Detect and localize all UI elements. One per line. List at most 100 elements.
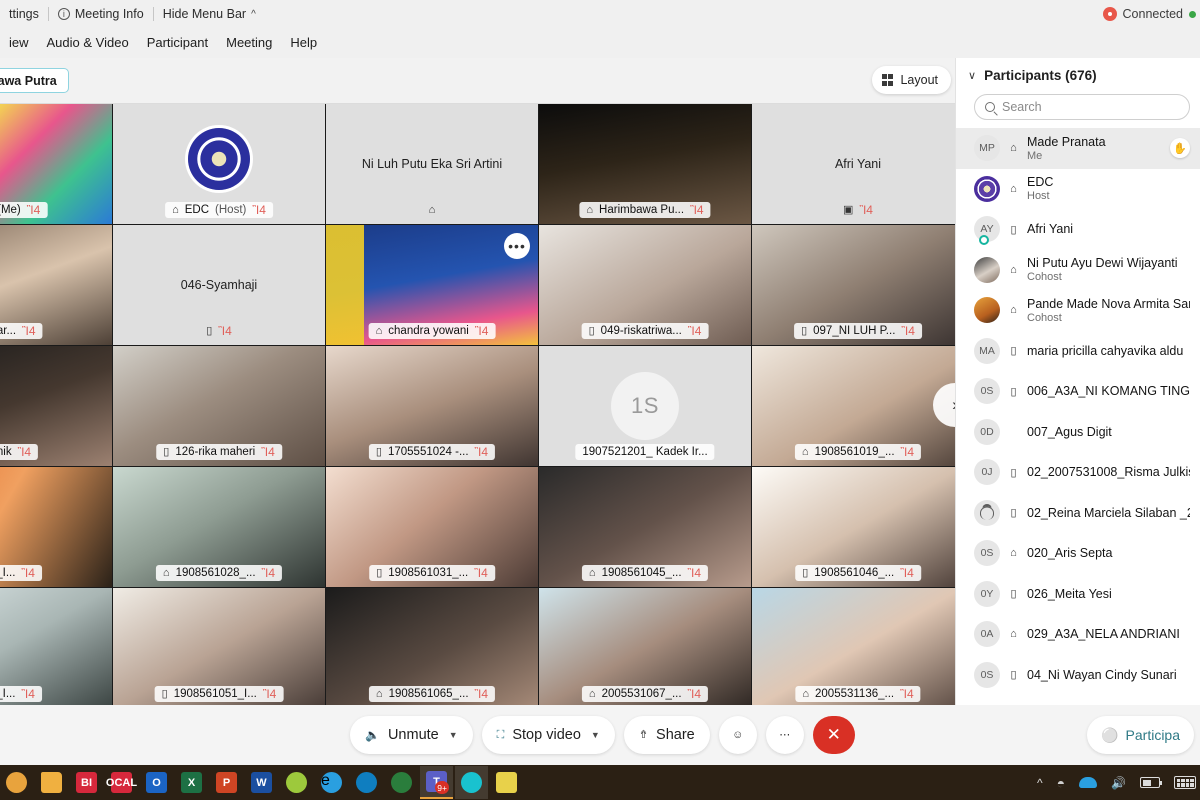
participant-row[interactable]: 0A ⌂ 029_A3A_NELA ANDRIANI	[956, 614, 1200, 655]
video-tile[interactable]: ▯ 1908561031_... Ἲ4	[326, 467, 538, 587]
taskbar-myocal-icon[interactable]: OCAL	[105, 766, 138, 799]
participant-row[interactable]: ⌂ Pande Made Nova Armita Sari Cohost	[956, 290, 1200, 331]
taskbar-turnitin-icon[interactable]	[385, 766, 418, 799]
video-tile[interactable]: ••• ⌂ chandra yowani Ἲ4	[326, 225, 538, 345]
video-tile[interactable]: ▯ 049-riskatriwa... Ἲ4	[539, 225, 751, 345]
menu-item-settings[interactable]: ttings	[0, 7, 48, 21]
menu-view[interactable]: iew	[0, 35, 38, 50]
video-tile[interactable]: ▯ 097_NI LUH P... Ἲ4	[752, 225, 955, 345]
more-options-button[interactable]: ⋯	[765, 716, 804, 754]
video-tile[interactable]: ▯ 126-rika maheri Ἲ4	[113, 346, 325, 466]
battery-icon[interactable]	[1140, 777, 1162, 788]
participant-row[interactable]: ⌂ Ni Putu Ayu Dewi Wijayanti Cohost	[956, 250, 1200, 291]
reactions-button[interactable]: ☺	[718, 716, 757, 754]
volume-icon[interactable]: 🔊	[1111, 776, 1126, 790]
video-tile[interactable]: 050_I... Ἲ4	[0, 588, 112, 705]
participant-row[interactable]: 0D 007_Agus Digit	[956, 412, 1200, 453]
participant-meta: EDC Host	[1027, 175, 1190, 202]
video-tile[interactable]: ⌂ EDC (Host) Ἲ4	[113, 104, 325, 224]
taskbar-zoom-icon[interactable]	[455, 766, 488, 799]
participant-row[interactable]: AY ▯ Afri Yani	[956, 209, 1200, 250]
video-tile[interactable]: ⌂ 2005531067_... Ἲ4	[539, 588, 751, 705]
tile-name-bar: ⌂ EDC (Host) Ἲ4	[165, 202, 273, 218]
participant-row[interactable]: ⌂ EDC Host	[956, 169, 1200, 210]
unmute-button[interactable]: 🔈 Unmute ▼	[350, 716, 473, 754]
menu-participant[interactable]: Participant	[138, 35, 217, 50]
layout-button[interactable]: Layout	[871, 66, 951, 94]
tile-more-button[interactable]: •••	[504, 233, 530, 259]
taskbar-edge-icon[interactable]	[350, 766, 383, 799]
video-tile[interactable]: ▯ 1908561051_I... Ἲ4	[113, 588, 325, 705]
onedrive-icon[interactable]	[1079, 777, 1098, 788]
participant-meta: Afri Yani	[1027, 222, 1190, 236]
raised-hand-icon[interactable]: ✋	[1170, 138, 1190, 159]
tile-participant-name: Manik	[0, 446, 12, 458]
menu-help[interactable]: Help	[281, 35, 326, 50]
mic-off-icon: Ἲ4	[17, 445, 32, 459]
video-tile[interactable]: 046-Syamhaji ▯ Ἲ4	[113, 225, 325, 345]
headset-icon: ⌂	[375, 687, 383, 700]
tab-active-meeting[interactable]: bawa Putra	[0, 68, 69, 93]
chevron-down-icon[interactable]: ▼	[591, 730, 600, 740]
participant-row[interactable]: 0S ▯ 04_Ni Wayan Cindy Sunari	[956, 655, 1200, 694]
participant-row[interactable]: 0S ⌂ 020_Aris Septa	[956, 533, 1200, 574]
tile-name-bar: Sudar... Ἲ4	[0, 323, 43, 339]
share-button[interactable]: ⇮ Share	[623, 716, 710, 754]
phone-icon: ▯	[1010, 669, 1017, 682]
video-tile[interactable]: 1S 1907521201_ Kadek Ir...	[539, 346, 751, 466]
tile-participant-name: chandra yowani	[388, 325, 469, 337]
tile-name-bar: ▯ 049-riskatriwa... Ἲ4	[581, 323, 709, 339]
taskbar-word-icon[interactable]: W	[245, 766, 278, 799]
video-tile[interactable]: Manik Ἲ4	[0, 346, 112, 466]
taskbar-power-bi-icon[interactable]: BI	[70, 766, 103, 799]
taskbar-file-explorer-icon[interactable]	[35, 766, 68, 799]
taskbar-powerpoint-icon[interactable]: P	[210, 766, 243, 799]
chevron-down-icon[interactable]: ▼	[449, 730, 458, 740]
participant-row[interactable]: 0S ▯ 006_A3A_NI KOMANG TINGGAL	[956, 371, 1200, 412]
taskbar-teams-icon[interactable]: T9+	[420, 766, 453, 799]
video-tile[interactable]: Sudar... Ἲ4	[0, 225, 112, 345]
taskbar-notes-icon[interactable]	[490, 766, 523, 799]
tile-participant-name: 1705551024 -...	[387, 446, 469, 458]
video-tile[interactable]: ⌂... (Me)Ἲ4	[0, 104, 112, 224]
video-tile[interactable]: ⌂ 1908561028_... Ἲ4	[113, 467, 325, 587]
ellipsis-icon: •••	[508, 238, 526, 254]
video-tile[interactable]: ⌂ 1908561045_... Ἲ4	[539, 467, 751, 587]
participants-button[interactable]: ⚪ Participa	[1087, 716, 1194, 754]
participant-row[interactable]: 0J ▯ 02_2007531008_Risma Julkismay	[956, 452, 1200, 493]
taskbar-excel-icon[interactable]: X	[175, 766, 208, 799]
video-tile[interactable]: ▯ 1705551024 -... Ἲ4	[326, 346, 538, 466]
participant-row[interactable]: MA ▯ maria pricilla cahyavika aldu	[956, 331, 1200, 372]
participant-row[interactable]: MP ⌂ Made Pranata Me ✋	[956, 128, 1200, 169]
participant-row[interactable]: 0Y ▯ 026_Meita Yesi	[956, 574, 1200, 615]
taskbar-outlook-icon[interactable]: O	[140, 766, 173, 799]
video-tile[interactable]: ▯ 1908561046_... Ἲ4	[752, 467, 955, 587]
menu-item-meeting-info[interactable]: i Meeting Info	[49, 7, 153, 21]
taskbar-chrome-icon[interactable]	[0, 766, 33, 799]
tile-name-bar: ⌂... (Me)Ἲ4	[0, 202, 48, 218]
stop-video-button[interactable]: ⛶ Stop video ▼	[481, 716, 615, 754]
video-tile[interactable]: Ni Luh Putu Eka Sri Artini ⌂	[326, 104, 538, 224]
video-tile[interactable]: ⌂ 1908561019_... Ἲ4	[752, 346, 955, 466]
chevron-down-icon[interactable]: ∨	[968, 69, 976, 82]
menu-item-hide-menu-bar[interactable]: Hide Menu Bar ^	[154, 7, 265, 21]
participants-list[interactable]: MP ⌂ Made Pranata Me ✋ ⌂ EDC Host AY ▯ Afri Yani ⌂ N…	[956, 128, 1200, 693]
keyboard-icon[interactable]	[1174, 776, 1196, 789]
video-tile[interactable]: ⌂ 1908561065_... Ἲ4	[326, 588, 538, 705]
phone-icon: ▯	[375, 445, 382, 458]
taskbar-mendeley-icon[interactable]	[280, 766, 313, 799]
tile-participant-name: Harimbawa Pu...	[599, 204, 685, 216]
end-meeting-button[interactable]: ✕	[812, 716, 855, 754]
menu-meeting[interactable]: Meeting	[217, 35, 281, 50]
video-tile[interactable]: 024_I... Ἲ4	[0, 467, 112, 587]
chevron-up-icon[interactable]: ^	[1037, 776, 1043, 790]
search-input[interactable]: Search	[974, 94, 1190, 120]
video-tile[interactable]: ⌂ Harimbawa Pu... Ἲ4	[539, 104, 751, 224]
participant-row[interactable]: ▯ 02_Reina Marciela Silaban _2007	[956, 493, 1200, 534]
participants-panel-header[interactable]: ∨ Participants (676)	[956, 58, 1200, 92]
wifi-icon[interactable]: ◓	[1057, 775, 1065, 791]
menu-audio-video[interactable]: Audio & Video	[38, 35, 138, 50]
video-tile[interactable]: Afri Yani ▣ Ἲ4	[752, 104, 955, 224]
video-tile[interactable]: ⌂ 2005531136_... Ἲ4	[752, 588, 955, 705]
taskbar-internet-explorer-icon[interactable]: e	[315, 766, 348, 799]
